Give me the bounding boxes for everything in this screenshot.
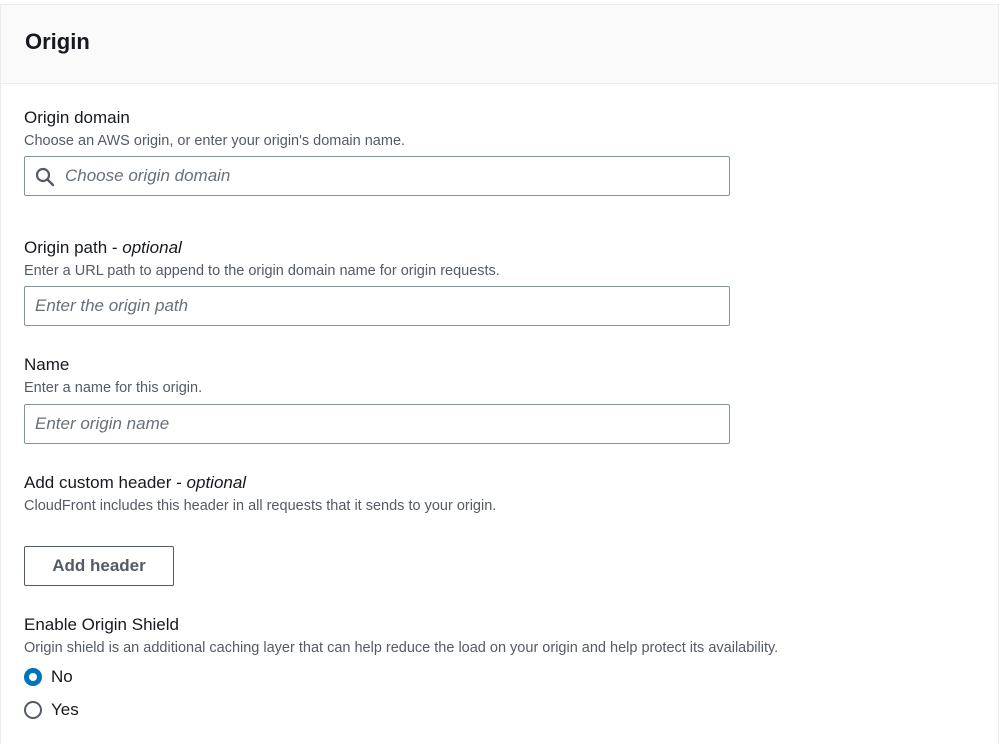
custom-header-description: CloudFront includes this header in all r… xyxy=(24,498,497,514)
origin-path-label: Origin path - optional xyxy=(24,238,500,258)
origin-name-field[interactable] xyxy=(24,404,730,444)
name-label: Name xyxy=(24,355,70,374)
radio-no-label: No xyxy=(51,667,73,686)
name-description: Enter a name for this origin. xyxy=(24,380,203,396)
origin-domain-input[interactable] xyxy=(65,157,715,195)
search-icon xyxy=(35,167,55,187)
name-field-header: Name Enter a name for this origin. xyxy=(24,355,202,397)
panel-header: Origin xyxy=(1,5,998,84)
add-header-button[interactable]: Add header xyxy=(24,546,174,586)
origin-domain-field-header: Origin domain Choose an AWS origin, or e… xyxy=(24,108,405,150)
origin-shield-field-header: Enable Origin Shield Origin shield is an… xyxy=(24,615,778,657)
panel-title: Origin xyxy=(25,29,90,54)
custom-header-label: Add custom header - optional xyxy=(24,473,496,493)
radio-no[interactable] xyxy=(24,668,42,686)
origin-domain-select[interactable] xyxy=(24,156,730,196)
origin-shield-option-yes[interactable]: Yes xyxy=(24,699,79,721)
origin-shield-description: Origin shield is an additional caching l… xyxy=(24,640,779,656)
custom-header-label-text: Add custom header - xyxy=(24,473,187,492)
origin-path-input[interactable] xyxy=(35,287,715,325)
origin-path-label-text: Origin path - xyxy=(24,238,123,257)
custom-header-optional-tag: optional xyxy=(186,473,247,492)
radio-yes[interactable] xyxy=(24,701,42,719)
origin-path-description: Enter a URL path to append to the origin… xyxy=(24,263,500,279)
origin-name-input[interactable] xyxy=(35,405,715,443)
origin-path-optional-tag: optional xyxy=(122,238,182,257)
custom-header-field-header: Add custom header - optional CloudFront … xyxy=(24,473,496,515)
origin-shield-option-no[interactable]: No xyxy=(24,666,73,688)
origin-path-field-header: Origin path - optional Enter a URL path … xyxy=(24,238,500,280)
origin-domain-label: Origin domain xyxy=(24,108,130,127)
origin-shield-label: Enable Origin Shield xyxy=(24,615,179,634)
radio-yes-label: Yes xyxy=(51,700,79,719)
origin-domain-description: Choose an AWS origin, or enter your orig… xyxy=(24,133,406,149)
origin-path-field[interactable] xyxy=(24,286,730,326)
